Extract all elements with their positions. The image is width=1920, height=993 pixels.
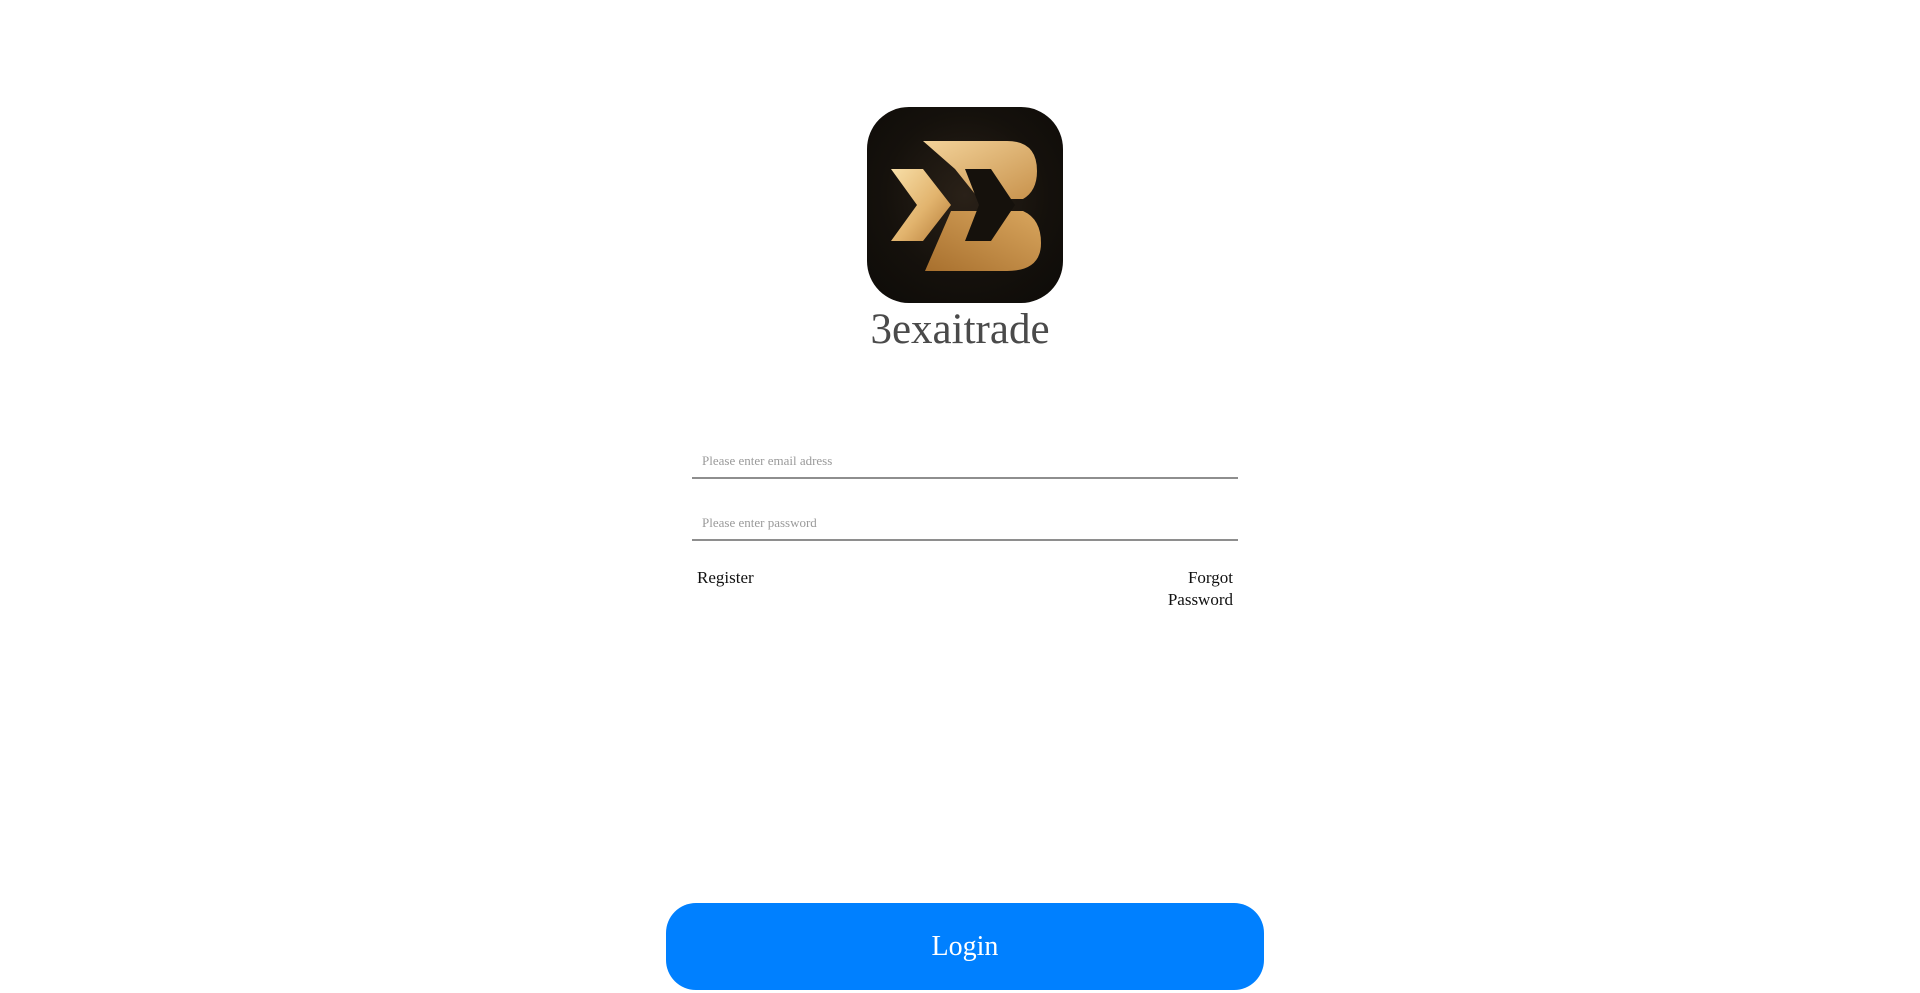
password-input[interactable] [692,493,1238,539]
password-field[interactable] [692,493,1238,541]
brand-logo-icon [867,107,1063,303]
gold-x-b-monogram-icon [891,141,1041,271]
email-field[interactable] [692,431,1238,479]
forgot-password-link[interactable]: Forgot Password [1124,567,1233,611]
register-link[interactable]: Register [697,567,754,589]
brand-name: 3exaitrade [870,306,1050,353]
login-page: 3exaitrade Register Forgot Password Logi… [0,0,1920,993]
email-input[interactable] [692,431,1238,477]
login-button[interactable]: Login [666,903,1264,990]
